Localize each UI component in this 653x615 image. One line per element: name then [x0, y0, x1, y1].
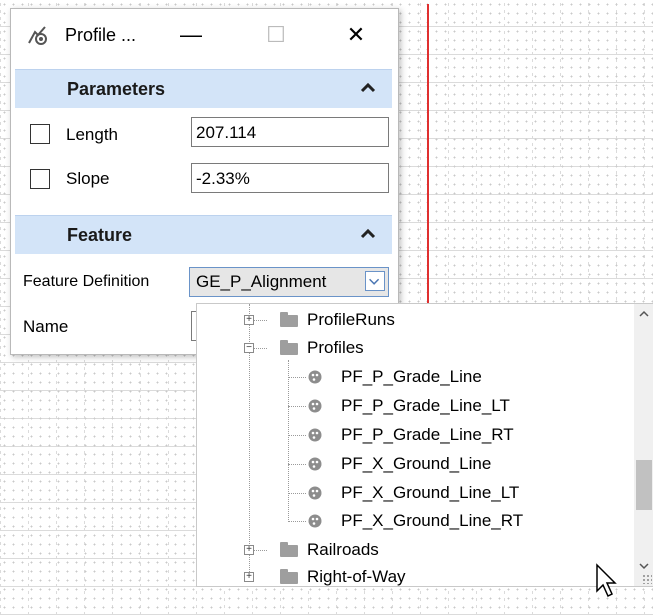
tree-guide-line [288, 406, 306, 407]
scroll-up-button[interactable] [634, 304, 653, 324]
folder-icon [280, 312, 298, 327]
feature-definition-label: Feature Definition [23, 273, 150, 290]
tree-item-profiles[interactable]: − Profiles [197, 334, 617, 362]
collapse-icon[interactable]: − [244, 343, 254, 353]
feature-style-icon [308, 457, 322, 471]
tree-item-label: Profiles [307, 338, 364, 357]
scrollbar-thumb[interactable] [636, 460, 652, 510]
feature-style-icon [308, 399, 322, 413]
tree-item-label: PF_P_Grade_Line [341, 367, 482, 386]
tree-item-pf-x-ground-line-lt[interactable]: PF_X_Ground_Line_LT [197, 479, 617, 507]
maximize-icon: ☐ [266, 22, 286, 47]
feature-header-label: Feature [67, 225, 133, 245]
tree-guide-line [288, 435, 306, 436]
feature-style-icon [308, 514, 322, 528]
feature-style-icon [308, 370, 322, 384]
feature-definition-dropdown[interactable]: + ProfileRuns − Profiles PF_P_Grade_Line… [196, 303, 653, 587]
dialog-titlebar[interactable]: Profile ... — ☐ ✕ [11, 9, 398, 61]
slope-field[interactable]: -2.33% [191, 163, 389, 193]
vertical-scrollbar[interactable] [634, 304, 653, 586]
chevron-up-icon [639, 310, 649, 317]
maximize-button[interactable]: ☐ [256, 21, 296, 49]
dialog-title: Profile ... [65, 25, 137, 45]
tree-item-pf-p-grade-line-lt[interactable]: PF_P_Grade_Line_LT [197, 392, 617, 420]
parameters-header-label: Parameters [67, 79, 166, 99]
tree-item-pf-x-ground-line[interactable]: PF_X_Ground_Line [197, 450, 617, 478]
collapse-caret-icon[interactable] [360, 226, 376, 242]
tree-item-label: PF_P_Grade_Line_LT [341, 396, 510, 415]
tree-item-pf-x-ground-line-rt[interactable]: PF_X_Ground_Line_RT [197, 507, 617, 535]
mouse-cursor-icon [596, 563, 617, 598]
expand-icon[interactable]: + [244, 545, 254, 555]
tree-guide-line [288, 464, 306, 465]
feature-definition-combo[interactable]: GE_P_Alignment [189, 267, 389, 297]
slope-label: Slope [66, 169, 110, 188]
length-label: Length [66, 125, 118, 144]
tree-item-label: PF_X_Ground_Line [341, 454, 492, 473]
expand-icon[interactable]: + [244, 572, 254, 582]
folder-icon [280, 569, 298, 584]
tree-item-profileruns[interactable]: + ProfileRuns [197, 306, 617, 334]
length-field[interactable]: 207.114 [191, 117, 389, 147]
expand-icon[interactable]: + [244, 315, 254, 325]
tree-item-label: Right-of-Way [307, 567, 406, 586]
chevron-down-icon [369, 278, 380, 285]
profile-tool-icon [28, 26, 47, 45]
tree-guide-line [288, 377, 306, 378]
tree-item-railroads[interactable]: + Railroads [197, 536, 617, 564]
minimize-icon: — [180, 22, 202, 47]
parameters-section-header[interactable]: Parameters [15, 69, 392, 108]
close-button[interactable]: ✕ [336, 21, 376, 49]
scroll-down-button[interactable] [634, 556, 653, 576]
combo-dropdown-button[interactable] [365, 271, 385, 291]
feature-definition-value: GE_P_Alignment [196, 272, 327, 291]
red-guide-line [427, 4, 429, 304]
feature-style-icon [308, 428, 322, 442]
tree-item-label: Railroads [307, 540, 379, 559]
tree-item-label: PF_X_Ground_Line_LT [341, 483, 520, 502]
tree-item-pf-p-grade-line[interactable]: PF_P_Grade_Line [197, 363, 617, 391]
feature-style-icon [308, 486, 322, 500]
tree-item-pf-p-grade-line-rt[interactable]: PF_P_Grade_Line_RT [197, 421, 617, 449]
minimize-button[interactable]: — [171, 21, 211, 49]
folder-icon [280, 340, 298, 355]
tree-item-label: PF_P_Grade_Line_RT [341, 425, 514, 444]
name-label: Name [23, 317, 69, 336]
tree-guide-line [288, 521, 306, 522]
resize-grip-icon[interactable] [642, 574, 652, 584]
feature-section-header[interactable]: Feature [15, 215, 392, 254]
tree-item-right-of-way[interactable]: + Right-of-Way [197, 563, 617, 586]
collapse-caret-icon[interactable] [360, 80, 376, 96]
tree-item-label: PF_X_Ground_Line_RT [341, 511, 524, 530]
slope-checkbox[interactable] [30, 169, 50, 189]
length-checkbox[interactable] [30, 124, 50, 144]
tree-guide-line [288, 493, 306, 494]
close-icon: ✕ [346, 22, 366, 47]
tree-item-label: ProfileRuns [307, 310, 395, 329]
chevron-down-icon [639, 563, 649, 570]
folder-icon [280, 542, 298, 557]
